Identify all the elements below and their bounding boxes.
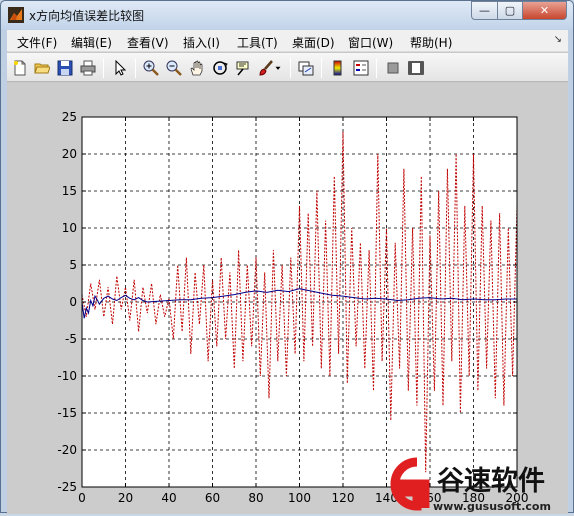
menu-file[interactable]: 文件(F) bbox=[17, 34, 57, 51]
link-plot-icon[interactable] bbox=[296, 58, 316, 78]
x-tick-label: 40 bbox=[161, 491, 176, 505]
maximize-button[interactable]: ▢ bbox=[497, 1, 523, 20]
menu-edit[interactable]: 编辑(E) bbox=[71, 34, 112, 51]
y-tick-label: 5 bbox=[69, 258, 77, 272]
menu-insert[interactable]: 插入(I) bbox=[183, 34, 220, 51]
x-tick-label: 20 bbox=[118, 491, 133, 505]
pan-hand-icon[interactable] bbox=[187, 58, 207, 78]
hide-plot-tools-icon[interactable] bbox=[383, 58, 403, 78]
toolbar-separator bbox=[376, 58, 377, 78]
minimize-button[interactable]: — bbox=[471, 1, 498, 20]
x-tick-label: 0 bbox=[78, 491, 86, 505]
y-tick-label: -25 bbox=[57, 480, 77, 494]
window-title: x方向均值误差比较图 bbox=[29, 9, 145, 23]
brush-dropdown-icon[interactable] bbox=[273, 58, 283, 78]
menu-tools[interactable]: 工具(T) bbox=[237, 34, 278, 51]
new-figure-icon[interactable] bbox=[10, 58, 30, 78]
x-tick-label: 120 bbox=[332, 491, 355, 505]
show-plot-tools-icon[interactable] bbox=[406, 58, 426, 78]
y-tick-label: 0 bbox=[69, 295, 77, 309]
figure-canvas[interactable]: 0 20 40 60 80 100 120 140 160 180 200 25 20 15 10 5 0 -5-… bbox=[7, 83, 568, 514]
arrow-select-icon[interactable] bbox=[110, 58, 130, 78]
toolbar-separator bbox=[321, 58, 322, 78]
figure-client-area: 文件(F) 编辑(E) 查看(V) 插入(I) 工具(T) 桌面(D) 窗口(W… bbox=[7, 30, 568, 514]
menu-help[interactable]: 帮助(H) bbox=[410, 34, 452, 51]
y-tick-label: 10 bbox=[62, 221, 77, 235]
menu-bar: 文件(F) 编辑(E) 查看(V) 插入(I) 工具(T) 桌面(D) 窗口(W… bbox=[7, 30, 568, 52]
watermark-url-text: www.gususoft.com bbox=[433, 500, 551, 512]
y-tick-label: -15 bbox=[57, 406, 77, 420]
save-disk-icon[interactable] bbox=[55, 58, 75, 78]
menu-view[interactable]: 查看(V) bbox=[127, 34, 169, 51]
y-tick-label: 20 bbox=[62, 147, 77, 161]
zoom-in-icon[interactable] bbox=[141, 58, 161, 78]
toolbar-separator bbox=[290, 58, 291, 78]
print-icon[interactable] bbox=[78, 58, 98, 78]
legend-icon[interactable] bbox=[351, 58, 371, 78]
toolbar-separator bbox=[135, 58, 136, 78]
x-tick-label: 80 bbox=[248, 491, 263, 505]
open-folder-icon[interactable] bbox=[32, 58, 52, 78]
y-tick-label: -10 bbox=[57, 369, 77, 383]
line-plot[interactable]: 0 20 40 60 80 100 120 140 160 180 2002520151050-5-… bbox=[7, 83, 568, 514]
x-tick-label: 100 bbox=[288, 491, 311, 505]
menu-desktop[interactable]: 桌面(D) bbox=[292, 34, 335, 51]
y-tick-label: -5 bbox=[65, 332, 77, 346]
y-tick-label: 25 bbox=[62, 110, 77, 124]
watermark-logo: 谷速软件 www.gususoft.com bbox=[373, 456, 573, 513]
matlab-figure-window: x方向均值误差比较图 — ▢ ✕ 文件(F) 编辑(E) 查看(V) 插入(I)… bbox=[0, 0, 574, 514]
toolbar-separator bbox=[103, 58, 104, 78]
title-bar[interactable]: x方向均值误差比较图 — ▢ ✕ bbox=[1, 1, 573, 29]
dock-arrow-icon[interactable]: ↘ bbox=[554, 34, 562, 45]
y-tick-label: -20 bbox=[57, 443, 77, 457]
rotate-3d-icon[interactable] bbox=[210, 58, 230, 78]
zoom-out-icon[interactable] bbox=[164, 58, 184, 78]
watermark-brand-text: 谷速软件 bbox=[437, 466, 545, 497]
figure-toolbar bbox=[7, 53, 568, 82]
close-button[interactable]: ✕ bbox=[522, 1, 567, 20]
x-tick-label: 60 bbox=[205, 491, 220, 505]
colorbar-icon[interactable] bbox=[328, 58, 348, 78]
matlab-logo-icon bbox=[8, 7, 24, 23]
menu-window[interactable]: 窗口(W) bbox=[348, 34, 393, 51]
y-tick-label: 15 bbox=[62, 184, 77, 198]
data-cursor-icon[interactable] bbox=[233, 58, 253, 78]
